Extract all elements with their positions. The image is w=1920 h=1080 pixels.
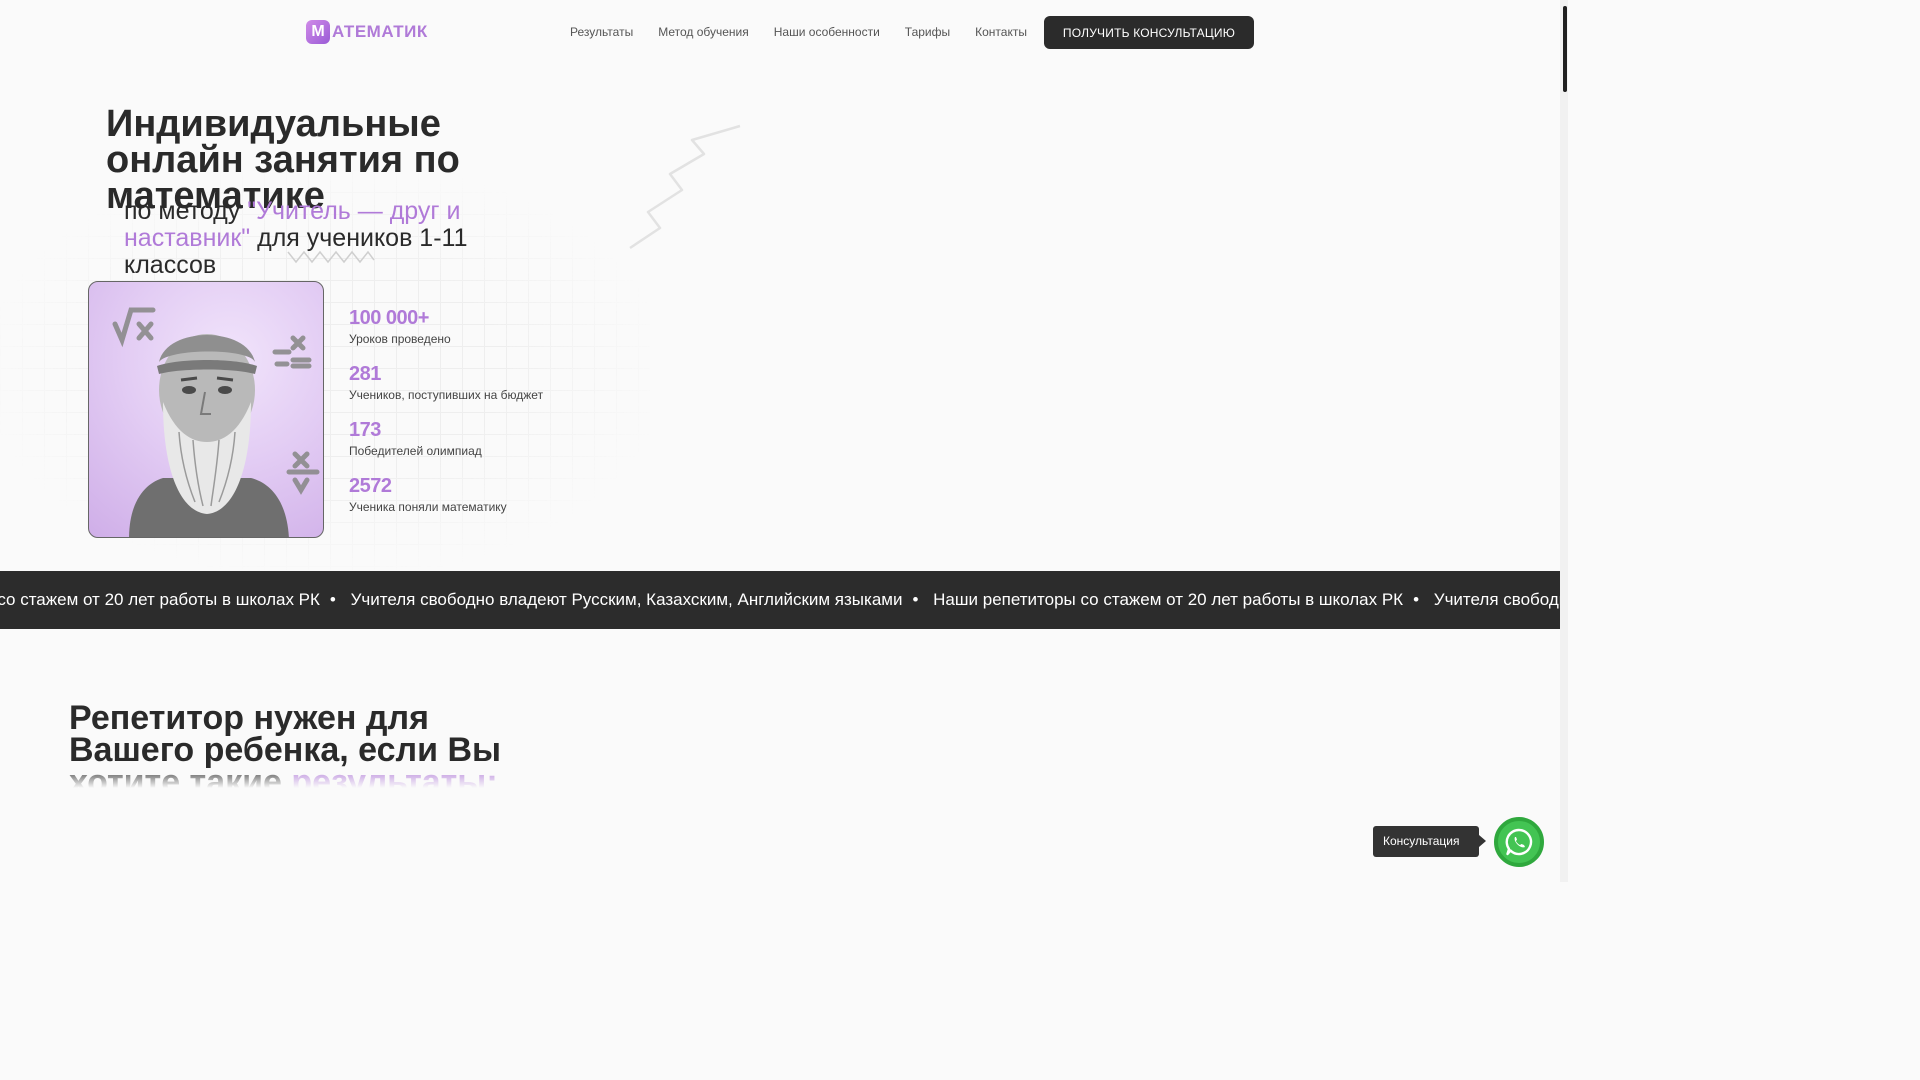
stat-value: 173	[349, 419, 381, 441]
scroll-fade	[60, 770, 540, 800]
stats-list: 100 000+ Уроков проведено 281 Учеников, …	[349, 306, 543, 530]
marquee-separator: •	[329, 590, 336, 609]
marquee-item: Наши репетиторы со стажем от 20 лет рабо…	[0, 590, 320, 609]
marquee-item: Учителя свободно владеют Русским, Казахс…	[350, 590, 903, 609]
marquee-track: Наши репетиторы со стажем от 20 лет рабо…	[0, 590, 1560, 610]
whatsapp-icon	[1505, 828, 1533, 856]
main-nav: Результаты Метод обучения Наши особеннос…	[570, 24, 1052, 40]
nav-results[interactable]: Результаты	[570, 24, 633, 40]
nav-contacts[interactable]: Контакты	[975, 24, 1027, 40]
stat-label: Победителей олимпиад	[349, 444, 482, 458]
stat-item: 173 Победителей олимпиад	[349, 418, 543, 474]
marquee-separator: •	[912, 590, 919, 609]
stat-value: 2572	[349, 475, 392, 497]
marquee-separator: •	[1413, 590, 1420, 609]
stat-label: Ученика поняли математику	[349, 500, 507, 514]
consultation-tooltip[interactable]: Консультация	[1373, 826, 1486, 857]
hero-subtitle-prefix: по методу	[124, 197, 248, 225]
stat-value: 281	[349, 363, 381, 385]
decorative-squiggle	[629, 124, 741, 250]
logo[interactable]: M АТЕМАТИК	[306, 20, 428, 44]
site-header: M АТЕМАТИК Результаты Метод обучения Наш…	[0, 0, 1560, 64]
zigzag-underline	[287, 250, 375, 264]
get-consultation-button[interactable]: ПОЛУЧИТЬ КОНСУЛЬТАЦИЮ	[1044, 16, 1254, 49]
bust-illustration	[112, 307, 320, 537]
logo-mark: M	[306, 20, 330, 44]
nav-method[interactable]: Метод обучения	[658, 24, 749, 40]
nav-features[interactable]: Наши особенности	[774, 24, 880, 40]
whatsapp-button[interactable]	[1494, 817, 1544, 867]
hero-subtitle: по методу "Учитель — друг и наставник" д…	[124, 198, 504, 279]
philosopher-portrait	[88, 281, 324, 538]
marquee-item: Наши репетиторы со стажем от 20 лет рабо…	[933, 590, 1404, 609]
stat-label: Уроков проведено	[349, 332, 451, 346]
stat-item: 281 Учеников, поступивших на бюджет	[349, 362, 543, 418]
stat-label: Учеников, поступивших на бюджет	[349, 388, 544, 402]
stat-item: 2572 Ученика поняли математику	[349, 474, 543, 530]
features-marquee: Наши репетиторы со стажем от 20 лет рабо…	[0, 571, 1560, 629]
stat-value: 100 000+	[349, 307, 429, 329]
stat-item: 100 000+ Уроков проведено	[349, 306, 543, 362]
marquee-item: Учителя свободно владеют Русским, Казахс…	[1433, 590, 1560, 609]
scrollbar-thumb[interactable]	[1563, 6, 1567, 92]
logo-text: АТЕМАТИК	[332, 22, 428, 41]
page-scrollbar[interactable]	[1560, 0, 1568, 882]
nav-pricing[interactable]: Тарифы	[905, 24, 950, 40]
